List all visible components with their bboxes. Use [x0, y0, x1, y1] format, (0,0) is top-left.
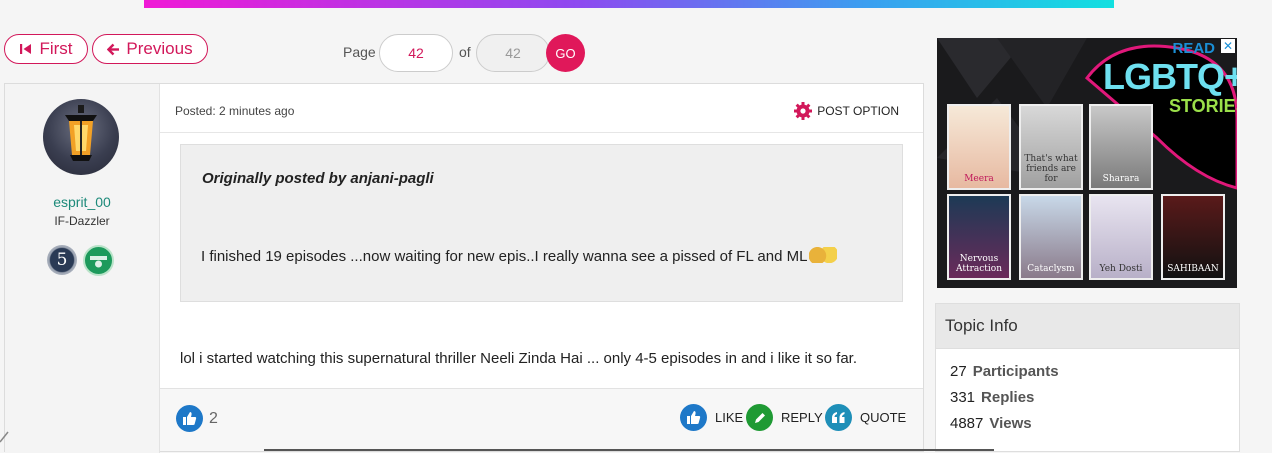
- lantern-icon: [65, 105, 97, 161]
- page-label: Page: [343, 44, 376, 60]
- views-count: 4887: [950, 415, 984, 432]
- ad-headline: LGBTQ+: [1103, 56, 1237, 97]
- advertisement-banner[interactable]: READ LGBTQ+ STORIES ✕ Meera That's what …: [937, 38, 1237, 288]
- emoji-icon: [809, 247, 838, 263]
- replies-stat: 331 Replies: [950, 389, 1034, 406]
- participants-stat: 27 Participants: [950, 363, 1059, 380]
- ad-book-cover: Nervous Attraction: [947, 194, 1011, 280]
- post-header: Posted: 2 minutes ago POST OPTION: [160, 84, 923, 133]
- like-button[interactable]: LIKE: [680, 404, 743, 431]
- quote-author: Originally posted by anjani-pagli: [202, 170, 434, 187]
- replies-label: Replies: [981, 389, 1035, 406]
- like-count: 2: [176, 405, 218, 432]
- ad-subline: STORIES: [1169, 96, 1237, 116]
- replies-count: 331: [950, 389, 976, 406]
- ad-book-cover: Sharara: [1089, 104, 1153, 190]
- quote-button[interactable]: QUOTE: [825, 404, 906, 431]
- ad-close-icon[interactable]: ✕: [1221, 39, 1235, 53]
- previous-page-button[interactable]: Previous: [92, 34, 208, 64]
- post-body: lol i started watching this supernatural…: [180, 350, 857, 367]
- ad-book-title: Meera: [964, 174, 994, 184]
- ad-book-cover: Meera: [947, 104, 1011, 190]
- like-count-value: 2: [209, 409, 218, 427]
- quoted-post: Originally posted by anjani-pagli I fini…: [180, 144, 903, 302]
- ad-book-cover: Cataclysm: [1019, 194, 1083, 280]
- quote-text: I finished 19 episodes ...now waiting fo…: [201, 248, 808, 265]
- avatar[interactable]: [43, 99, 119, 175]
- like-label: LIKE: [715, 410, 744, 425]
- participants-label[interactable]: Participants: [973, 363, 1059, 380]
- thumbs-up-icon: [176, 405, 203, 432]
- gear-icon: [794, 102, 813, 120]
- total-pages-field: 42: [476, 34, 550, 72]
- ad-book-cover: Yeh Dosti: [1089, 194, 1153, 280]
- first-page-label: First: [39, 39, 73, 58]
- ad-book-title: That's what friends are for: [1024, 154, 1078, 184]
- level-badge: 5: [47, 245, 77, 275]
- of-label: of: [459, 44, 471, 60]
- community-badge-icon: [83, 245, 114, 276]
- topic-info-panel: Topic Info 27 Participants 331 Replies 488…: [935, 303, 1240, 452]
- ad-book-cover: SAHIBAAN: [1161, 194, 1225, 280]
- quote-label: QUOTE: [860, 410, 907, 425]
- author-rank: IF-Dazzler: [54, 214, 110, 228]
- forum-post: esprit_00 IF-Dazzler 5 Posted: 2 minutes…: [4, 83, 924, 453]
- participants-count: 27: [950, 363, 967, 380]
- post-option-label: POST OPTION: [817, 104, 899, 118]
- reply-label: REPLY: [781, 410, 823, 425]
- ad-book-title: Sharara: [1102, 174, 1140, 184]
- pencil-icon: [746, 404, 773, 431]
- ad-book-title: Yeh Dosti: [1099, 264, 1143, 274]
- views-stat: 4887 Views: [950, 415, 1032, 432]
- ad-book-title: Cataclysm: [1027, 264, 1075, 274]
- ad-book-title: SAHIBAAN: [1167, 264, 1219, 274]
- page-number-input[interactable]: 42: [379, 34, 453, 72]
- first-page-button[interactable]: First: [4, 34, 88, 64]
- author-username[interactable]: esprit_00: [5, 194, 159, 210]
- ad-book-cover: That's what friends are for: [1019, 104, 1083, 190]
- thumbs-up-icon: [680, 404, 707, 431]
- post-timestamp: Posted: 2 minutes ago: [175, 104, 295, 118]
- top-gradient-bar: [144, 0, 1114, 8]
- first-page-icon: [20, 44, 32, 54]
- views-label: Views: [989, 415, 1032, 432]
- resize-handle-icon[interactable]: [0, 424, 10, 444]
- arrow-left-icon: [107, 43, 120, 55]
- reply-button[interactable]: REPLY: [746, 404, 823, 431]
- post-footer: 2 LIKE REPLY QUOTE: [160, 388, 923, 451]
- ad-book-title: Nervous Attraction: [956, 254, 1002, 274]
- divider: [264, 449, 994, 451]
- author-panel: esprit_00 IF-Dazzler 5: [5, 84, 160, 453]
- go-button[interactable]: GO: [546, 34, 585, 72]
- ad-read-text: READ: [1172, 40, 1215, 57]
- topic-info-title: Topic Info: [936, 304, 1239, 349]
- quote-text-line: I finished 19 episodes ...now waiting fo…: [201, 247, 838, 265]
- previous-page-label: Previous: [126, 39, 193, 58]
- quote-marks-icon: [825, 404, 852, 431]
- post-option-button[interactable]: POST OPTION: [794, 102, 899, 120]
